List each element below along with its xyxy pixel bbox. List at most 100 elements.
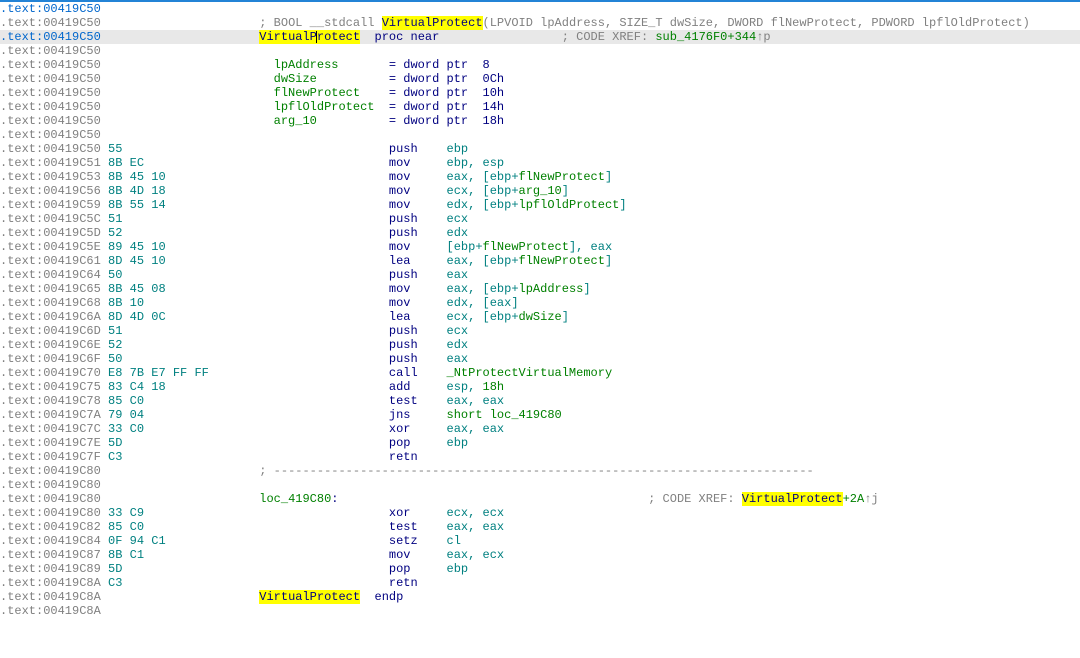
disasm-row[interactable]: .text:00419C5D 52 push edx [0,226,1080,240]
operand-symbol[interactable]: flNewProtect [483,240,569,254]
address[interactable]: .text:00419C50 [0,44,101,58]
operands[interactable]: eax, eax [447,520,505,534]
disasm-row[interactable]: .text:00419C50 [0,128,1080,142]
operands[interactable]: ebp, esp [447,156,505,170]
disasm-row[interactable]: .text:00419C59 8B 55 14 mov edx, [ebp+lp… [0,198,1080,212]
address[interactable]: .text:00419C50 [0,100,101,114]
disasm-row[interactable]: .text:00419C56 8B 4D 18 mov ecx, [ebp+ar… [0,184,1080,198]
disasm-row[interactable]: .text:00419C84 0F 94 C1 setz cl [0,534,1080,548]
disasm-row[interactable]: .text:00419C80 loc_419C80: ; CODE XREF: … [0,492,1080,506]
address[interactable]: .text:00419C50 [0,142,101,156]
disasm-row[interactable]: .text:00419C82 85 C0 test eax, eax [0,520,1080,534]
address[interactable]: .text:00419C5C [0,212,101,226]
disasm-row[interactable]: .text:00419C87 8B C1 mov eax, ecx [0,548,1080,562]
address[interactable]: .text:00419C50 [0,72,101,86]
operand-symbol[interactable]: lpAddress [519,282,584,296]
address[interactable]: .text:00419C50 [0,128,101,142]
operand-symbol[interactable]: flNewProtect [519,170,605,184]
disassembly-listing[interactable]: .text:00419C50.text:00419C50 ; BOOL __st… [0,2,1080,618]
address[interactable]: .text:00419C82 [0,520,101,534]
disasm-row[interactable]: .text:00419C50 55 push ebp [0,142,1080,156]
operands[interactable]: cl [447,534,461,548]
operands[interactable]: edx, [ebp+ [447,198,519,212]
endp-name[interactable]: VirtualProtect [259,590,360,604]
operands[interactable]: eax, ecx [447,548,505,562]
disasm-row[interactable]: .text:00419C75 83 C4 18 add esp, 18h [0,380,1080,394]
address[interactable]: .text:00419C5D [0,226,101,240]
disasm-row[interactable]: .text:00419C64 50 push eax [0,268,1080,282]
operands[interactable]: edx [447,338,469,352]
operands[interactable]: eax [447,268,469,282]
operand-symbol[interactable]: dwSize [519,310,562,324]
address[interactable]: .text:00419C56 [0,184,101,198]
operands[interactable]: eax, eax [447,422,505,436]
arg-name[interactable]: lpflOldProtect [274,100,389,114]
operands[interactable]: esp, [447,380,483,394]
disasm-row[interactable]: .text:00419C6E 52 push edx [0,338,1080,352]
operands[interactable]: ecx [447,212,469,226]
address[interactable]: .text:00419C5E [0,240,101,254]
address[interactable]: .text:00419C7E [0,436,101,450]
address[interactable]: .text:00419C51 [0,156,101,170]
arg-name[interactable]: dwSize [274,72,389,86]
operands[interactable]: edx [447,226,469,240]
address[interactable]: .text:00419C7C [0,422,101,436]
disasm-row[interactable]: .text:00419C50 lpAddress = dword ptr 8 [0,58,1080,72]
address[interactable]: .text:00419C7F [0,450,101,464]
disasm-row[interactable]: .text:00419C50 ; BOOL __stdcall VirtualP… [0,16,1080,30]
address[interactable]: .text:00419C80 [0,492,101,506]
operands[interactable]: ebp [447,436,469,450]
address[interactable]: .text:00419C61 [0,254,101,268]
operands[interactable]: ecx, ecx [447,506,505,520]
address[interactable]: .text:00419C80 [0,478,101,492]
address[interactable]: .text:00419C59 [0,198,101,212]
address[interactable]: .text:00419C6F [0,352,101,366]
disasm-row[interactable]: .text:00419C50 dwSize = dword ptr 0Ch [0,72,1080,86]
loc-label[interactable]: loc_419C80 [259,492,331,506]
address[interactable]: .text:00419C50 [0,58,101,72]
operands[interactable]: eax, [ebp+ [447,170,519,184]
arg-name[interactable]: arg_10 [274,114,389,128]
address[interactable]: .text:00419C68 [0,296,101,310]
address[interactable]: .text:00419C6E [0,338,101,352]
address[interactable]: .text:00419C6A [0,310,101,324]
disasm-row[interactable]: .text:00419C78 85 C0 test eax, eax [0,394,1080,408]
address[interactable]: .text:00419C70 [0,366,101,380]
address[interactable]: .text:00419C64 [0,268,101,282]
address[interactable]: .text:00419C75 [0,380,101,394]
disasm-row[interactable]: .text:00419C89 5D pop ebp [0,562,1080,576]
disasm-row[interactable]: .text:00419C8A VirtualProtect endp [0,590,1080,604]
operands[interactable]: ecx, [ebp+ [447,310,519,324]
disasm-row[interactable]: .text:00419C70 E8 7B E7 FF FF call _NtPr… [0,366,1080,380]
disasm-row[interactable]: .text:00419C80 33 C9 xor ecx, ecx [0,506,1080,520]
address[interactable]: .text:00419C65 [0,282,101,296]
address[interactable]: .text:00419C7A [0,408,101,422]
address[interactable]: .text:00419C80 [0,506,101,520]
operands[interactable]: eax [447,352,469,366]
address[interactable]: .text:00419C89 [0,562,101,576]
xref-target-highlight[interactable]: VirtualProtect [742,492,843,506]
address[interactable]: .text:00419C78 [0,394,101,408]
address[interactable]: .text:00419C84 [0,534,101,548]
disasm-row[interactable]: .text:00419C5C 51 push ecx [0,212,1080,226]
operands[interactable]: ebp [447,142,469,156]
disasm-row[interactable]: .text:00419C6A 8D 4D 0C lea ecx, [ebp+dw… [0,310,1080,324]
disasm-row[interactable]: .text:00419C61 8D 45 10 lea eax, [ebp+fl… [0,254,1080,268]
disasm-row[interactable]: .text:00419C50 flNewProtect = dword ptr … [0,86,1080,100]
disasm-row[interactable]: .text:00419C7E 5D pop ebp [0,436,1080,450]
operands[interactable]: eax, [ebp+ [447,282,519,296]
address[interactable]: .text:00419C50 [0,30,101,44]
disasm-row[interactable]: .text:00419C50 VirtualProtect proc near … [0,30,1080,44]
address[interactable]: .text:00419C50 [0,114,101,128]
disasm-row[interactable]: .text:00419C50 arg_10 = dword ptr 18h [0,114,1080,128]
proc-name[interactable]: VirtualP [259,30,317,44]
address[interactable]: .text:00419C50 [0,86,101,100]
address[interactable]: .text:00419C80 [0,464,101,478]
operand-symbol[interactable]: flNewProtect [519,254,605,268]
address[interactable]: .text:00419C87 [0,548,101,562]
operands[interactable]: [ebp+ [447,240,483,254]
disasm-row[interactable]: .text:00419C5E 89 45 10 mov [ebp+flNewPr… [0,240,1080,254]
arg-name[interactable]: flNewProtect [274,86,389,100]
operands[interactable]: eax, eax [447,394,505,408]
xref-target[interactable]: sub_4176F0+344 [655,30,756,44]
